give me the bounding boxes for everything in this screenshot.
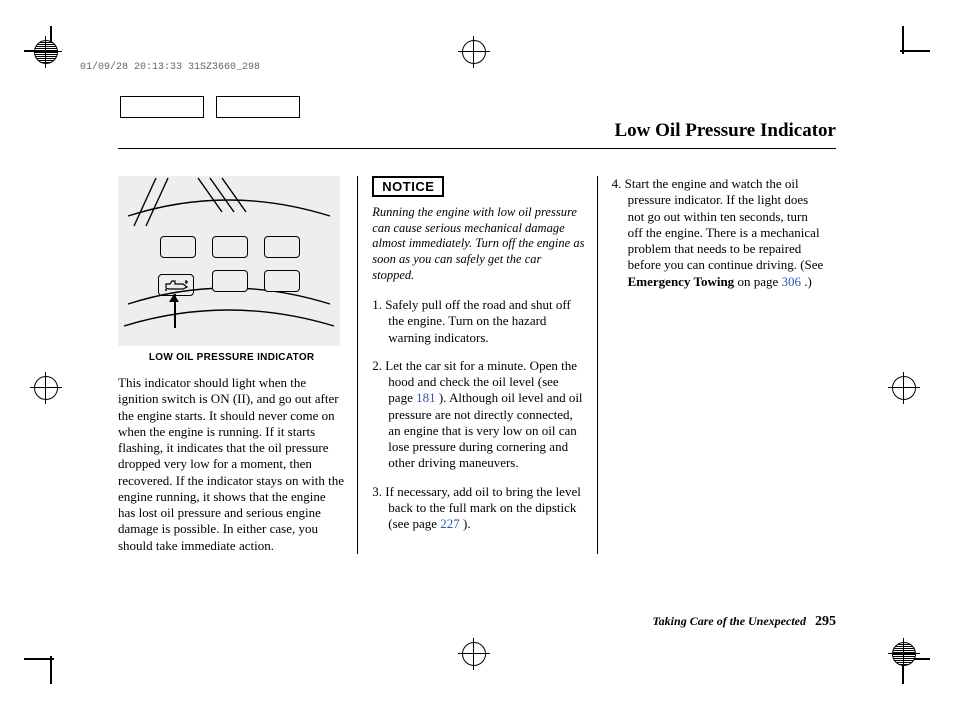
oil-pressure-icon [158, 274, 194, 296]
gauge-box [264, 270, 300, 292]
page-link[interactable]: 181 [416, 390, 436, 405]
crop-mark [902, 26, 904, 54]
column-1: LOW OIL PRESSURE INDICATOR This indicato… [118, 176, 357, 554]
page-footer: Taking Care of the Unexpected 295 [652, 614, 836, 630]
step-2: Let the car sit for a minute. Open the h… [372, 358, 584, 472]
title-rule [118, 148, 836, 149]
registration-mark-icon [892, 376, 920, 404]
registration-mark-icon [34, 40, 62, 68]
top-link-boxes [120, 96, 300, 118]
gauge-box [212, 236, 248, 258]
page-title: Low Oil Pressure Indicator [615, 120, 837, 142]
nav-box-next[interactable] [216, 96, 300, 118]
step-text: If necessary, add oil to bring the level… [385, 484, 581, 532]
registration-mark-icon [462, 40, 490, 68]
emergency-towing-bold: Emergency Towing [628, 274, 735, 289]
gauge-box [160, 236, 196, 258]
callout-arrow-head [169, 294, 179, 302]
crop-mark [900, 50, 930, 52]
column-2: NOTICE Running the engine with low oil p… [357, 176, 596, 554]
registration-mark-icon [34, 376, 62, 404]
notice-text: Running the engine with low oil pressure… [372, 205, 584, 283]
steps-list: Safely pull off the road and shut off th… [372, 297, 584, 532]
diagram-caption: LOW OIL PRESSURE INDICATOR [118, 352, 345, 363]
dashboard-diagram [118, 176, 340, 346]
crop-mark [50, 656, 52, 684]
page-link[interactable]: 306 [781, 274, 801, 289]
nav-box-prev[interactable] [120, 96, 204, 118]
page-link[interactable]: 227 [440, 516, 460, 531]
gauge-box [212, 270, 248, 292]
step-1: Safely pull off the road and shut off th… [372, 297, 584, 346]
print-timestamp: 01/09/28 20:13:33 31SZ3660_298 [80, 62, 260, 73]
registration-mark-icon [892, 642, 920, 670]
step-text: Safely pull off the road and shut off th… [385, 297, 570, 345]
dashboard-svg [118, 176, 340, 346]
column-3: Start the engine and watch the oil press… [597, 176, 836, 554]
step-text: .) [801, 274, 812, 289]
step-text: ). [460, 516, 471, 531]
step-text: on page [734, 274, 781, 289]
steps-list-cont: Start the engine and watch the oil press… [612, 176, 824, 290]
step-3: If necessary, add oil to bring the level… [372, 484, 584, 533]
gauge-box [264, 236, 300, 258]
step-4: Start the engine and watch the oil press… [612, 176, 824, 290]
registration-mark-icon [462, 642, 490, 670]
intro-paragraph: This indicator should light when the ign… [118, 375, 345, 554]
page-number: 295 [815, 614, 836, 629]
section-title: Taking Care of the Unexpected [652, 614, 806, 628]
step-text: Start the engine and watch the oil press… [625, 176, 824, 272]
notice-label: NOTICE [372, 176, 444, 197]
